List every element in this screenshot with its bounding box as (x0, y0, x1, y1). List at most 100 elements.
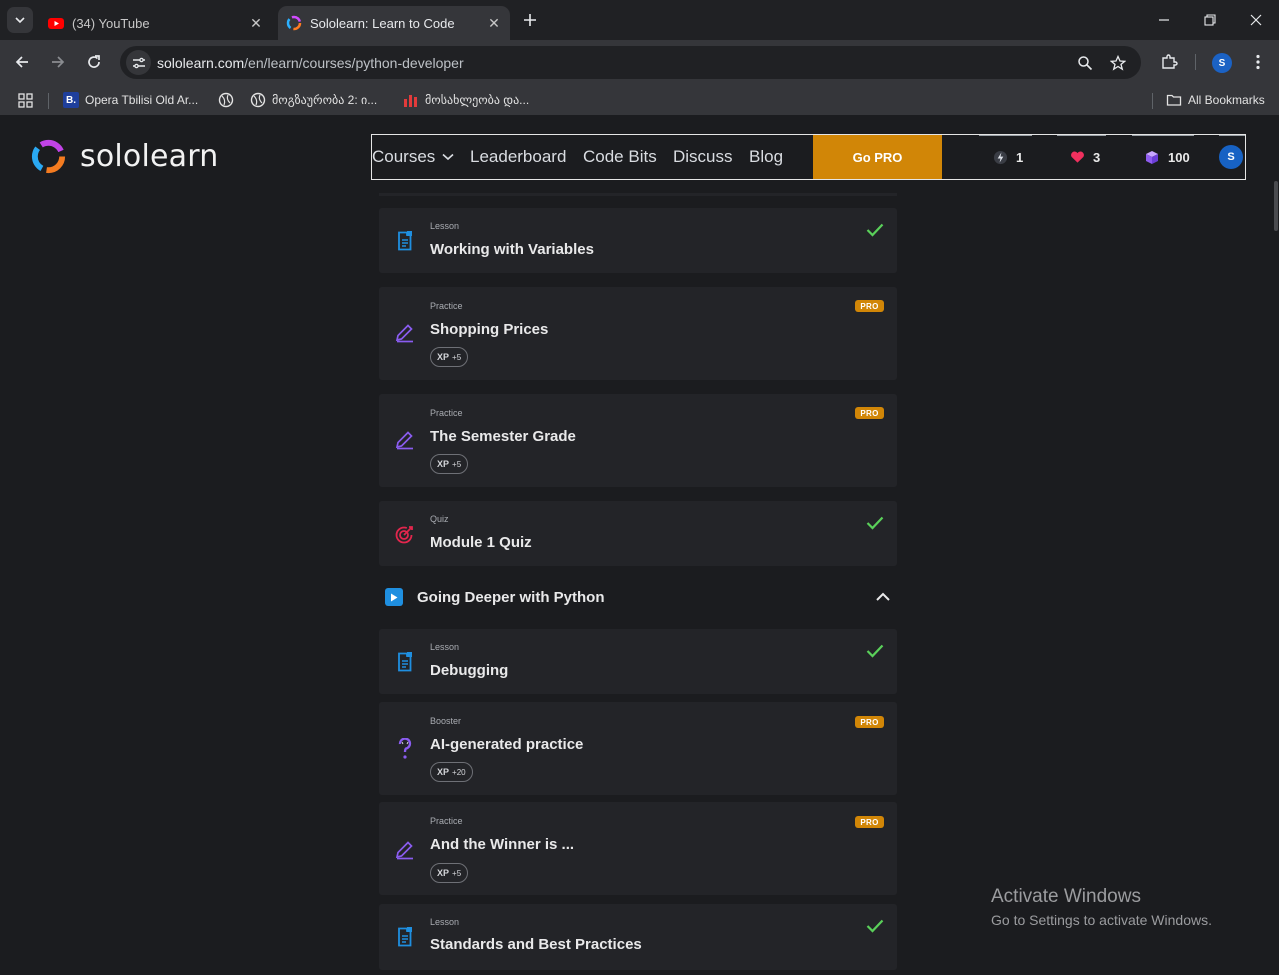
chrome-menu-button[interactable] (1244, 48, 1272, 76)
page-scrollbar[interactable] (1273, 121, 1279, 975)
lesson-icon (394, 230, 416, 252)
item-title: AI-generated practice (430, 736, 584, 753)
xp-badge: XP +5 (430, 347, 469, 367)
kebab-menu-icon (1256, 54, 1260, 70)
xp-label: XP (437, 868, 450, 878)
bookmark-population[interactable]: მოსახლეობა და... (403, 85, 529, 115)
divider (1219, 135, 1245, 136)
site-header: sololearn Courses Leaderboard Code Bits … (0, 121, 1279, 193)
previous-card-edge (379, 193, 897, 196)
bookmark-opera[interactable]: B. Opera Tbilisi Old Ar... (63, 85, 198, 115)
apps-button[interactable] (18, 85, 33, 115)
xp-value: +5 (452, 352, 462, 362)
divider (979, 135, 1032, 136)
quiz-item[interactable]: Quiz Module 1 Quiz (379, 501, 897, 566)
minimize-button[interactable] (1141, 0, 1187, 40)
xp-label: XP (437, 352, 450, 362)
site-info-button[interactable] (126, 50, 151, 75)
item-kind: Practice (430, 301, 463, 311)
checkmark-icon (866, 516, 884, 530)
youtube-icon (48, 18, 64, 29)
bookmark-globe[interactable] (218, 85, 240, 115)
practice-item[interactable]: Practice And the Winner is ... XP +5 PRO (379, 802, 897, 895)
checkmark-icon (866, 644, 884, 658)
reload-button[interactable] (80, 48, 108, 76)
plus-icon (524, 14, 536, 26)
item-title: Debugging (430, 662, 509, 679)
tab-youtube[interactable]: (34) YouTube ✕ (40, 6, 272, 40)
xp-value: +5 (452, 868, 462, 878)
nav-leaderboard[interactable]: Leaderboard (470, 147, 566, 167)
watermark-title: Activate Windows (991, 886, 1141, 907)
booster-item[interactable]: Booster AI-generated practice XP +20 PRO (379, 702, 897, 795)
url-path: /en/learn/courses/python-developer (244, 55, 464, 71)
pencil-icon (394, 322, 416, 344)
user-avatar[interactable]: S (1219, 145, 1243, 169)
item-title: Standards and Best Practices (430, 936, 642, 953)
xp-label: XP (437, 767, 450, 777)
tab-search-button[interactable] (7, 7, 33, 33)
new-tab-button[interactable] (518, 8, 542, 32)
close-icon[interactable]: ✕ (246, 15, 266, 32)
all-bookmarks-button[interactable]: All Bookmarks (1166, 85, 1265, 115)
close-window-button[interactable] (1233, 0, 1279, 40)
scrollbar-thumb[interactable] (1274, 181, 1278, 231)
nav-blog[interactable]: Blog (749, 147, 783, 167)
chevron-down-icon (15, 17, 25, 24)
lesson-item[interactable]: Lesson Working with Variables (379, 208, 897, 273)
checkmark-icon (866, 919, 884, 933)
nav-code-bits[interactable]: Code Bits (583, 147, 657, 167)
module-header[interactable]: Going Deeper with Python (379, 576, 897, 618)
module-title: Going Deeper with Python (417, 589, 605, 606)
lesson-item[interactable]: Lesson Standards and Best Practices (379, 904, 897, 970)
url-host: sololearn.com (157, 55, 245, 71)
practice-item[interactable]: Practice Shopping Prices XP +5 PRO (379, 287, 897, 380)
chevron-up-icon[interactable] (875, 590, 891, 604)
xp-label: XP (437, 459, 450, 469)
url-text[interactable]: sololearn.com/en/learn/courses/python-de… (157, 55, 464, 71)
nav-discuss[interactable]: Discuss (673, 147, 733, 167)
close-icon[interactable]: ✕ (484, 15, 504, 32)
go-pro-button[interactable]: Go PRO (813, 135, 942, 179)
bookmark-label: მოსახლეობა და... (425, 93, 530, 107)
extensions-button[interactable] (1155, 48, 1183, 76)
item-kind: Lesson (430, 642, 460, 652)
bits-value: 100 (1168, 149, 1190, 165)
pro-badge: PRO (855, 816, 884, 828)
lesson-item[interactable]: Lesson Debugging (379, 629, 897, 694)
restore-button[interactable] (1187, 0, 1233, 40)
item-kind: Quiz (430, 514, 449, 524)
back-button[interactable] (8, 48, 36, 76)
hearts-counter[interactable]: 3 (1069, 147, 1100, 167)
brand-wordmark: sololearn (80, 139, 219, 174)
lesson-icon (394, 926, 416, 948)
item-title: Module 1 Quiz (430, 534, 532, 551)
address-bar[interactable]: sololearn.com/en/learn/courses/python-de… (120, 46, 1141, 79)
brand-logo[interactable]: sololearn (29, 137, 218, 176)
forward-button[interactable] (44, 48, 72, 76)
nav-courses[interactable]: Courses (372, 147, 454, 167)
arrow-left-icon (15, 56, 28, 68)
bookmark-travel[interactable]: მოგზაურობა 2: ი... (250, 85, 377, 115)
globe-icon (218, 92, 234, 108)
lightning-icon (992, 149, 1008, 165)
close-icon (1250, 14, 1262, 26)
checkmark-icon (866, 223, 884, 237)
xp-badge: XP +5 (430, 863, 469, 883)
play-icon (385, 588, 403, 606)
bits-counter[interactable]: 100 (1144, 147, 1190, 167)
bookmark-star-button[interactable] (1106, 51, 1130, 75)
xp-value: +5 (452, 459, 462, 469)
browser-profile-avatar[interactable]: S (1212, 53, 1232, 73)
pro-badge: PRO (855, 300, 884, 312)
tab-sololearn[interactable]: Sololearn: Learn to Code ✕ (278, 6, 510, 40)
streak-value: 1 (1016, 149, 1024, 165)
tab-title: (34) YouTube (72, 15, 150, 31)
globe-icon (250, 92, 266, 108)
practice-item[interactable]: Practice The Semester Grade XP +5 PRO (379, 394, 897, 487)
zoom-button[interactable] (1073, 51, 1097, 75)
pro-badge: PRO (855, 716, 884, 728)
streak-counter[interactable]: 1 (992, 147, 1023, 167)
reload-icon (88, 55, 100, 68)
b-favicon: B. (63, 92, 79, 108)
